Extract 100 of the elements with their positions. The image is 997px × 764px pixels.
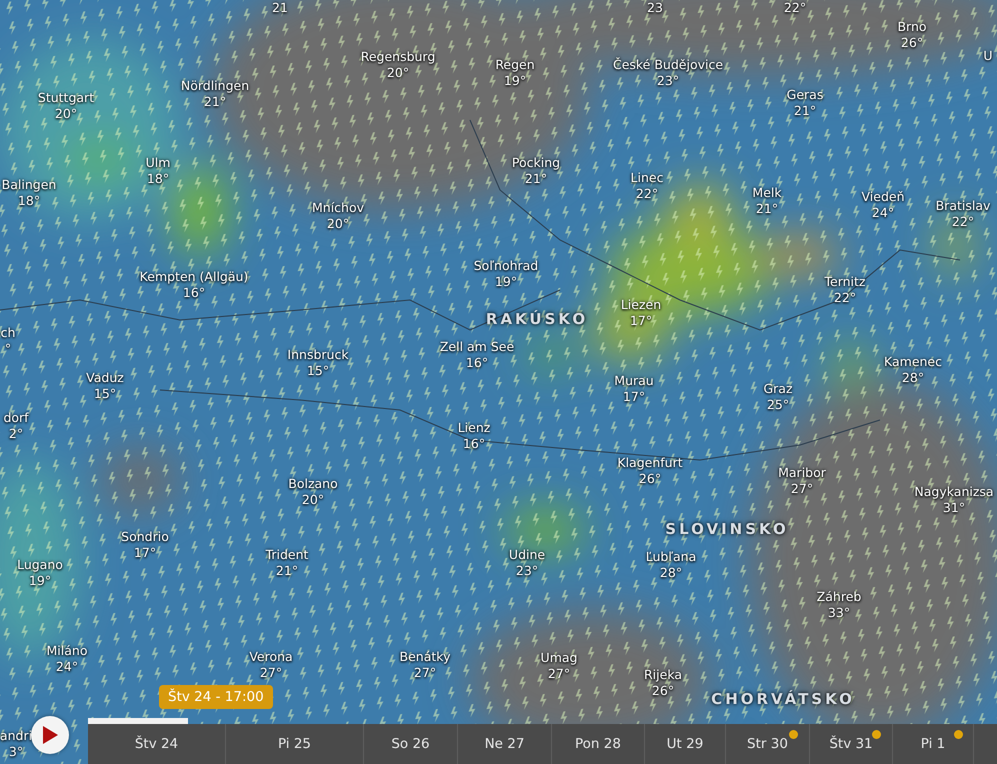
city-name: Regensburg	[360, 49, 436, 65]
temperature-label: 17°	[134, 545, 156, 561]
country-label: RAKÚSKO	[486, 310, 588, 328]
city-name: Melk	[752, 185, 782, 201]
city-name: Zell am See	[440, 339, 514, 355]
city-name: Umag	[540, 650, 578, 666]
city-name: Nördlingen	[180, 78, 250, 94]
day-tab[interactable]: Ut 29	[645, 724, 726, 764]
temperature-label: 22°	[784, 0, 806, 16]
city-name: Vaduz	[86, 370, 124, 386]
temperature-label: 25°	[766, 397, 790, 413]
city-name: Bolzano	[288, 476, 338, 492]
temperature-label: 21°	[756, 201, 778, 217]
city-name: Benátky	[400, 649, 450, 665]
city-name: Linec	[630, 170, 664, 186]
city-name: Pocking	[512, 155, 560, 171]
city-name: Soľnohrad	[474, 258, 538, 274]
day-tab[interactable]: Str 30	[726, 724, 810, 764]
city-name: Rijeka	[644, 667, 682, 683]
temperature-label: 21°	[794, 103, 816, 119]
temperature-label: 3°	[8, 744, 24, 760]
city-name: Verona	[249, 649, 293, 665]
city-name: Bratislav	[936, 198, 990, 214]
temperature-label: 23°	[516, 563, 538, 579]
temperature-label: 21°	[204, 94, 226, 110]
city-name: ch	[0, 325, 16, 341]
city-name: Stuttgart	[38, 90, 94, 106]
play-icon	[42, 726, 58, 744]
temperature-label: 21	[272, 0, 288, 16]
temperature-label: 26°	[900, 35, 924, 51]
temperature-label: 27°	[548, 666, 570, 682]
day-tab[interactable]: Pi 1	[893, 724, 974, 764]
temperature-label: 18°	[18, 193, 40, 209]
temperature-label: 17°	[630, 313, 652, 329]
temperature-label: 16°	[182, 285, 206, 301]
city-name: Innsbruck	[287, 347, 349, 363]
temperature-label: 27°	[414, 665, 436, 681]
city-name: Nagykanizsa	[914, 484, 994, 500]
city-name: Balingen	[2, 177, 56, 193]
temperature-label: 24°	[872, 205, 894, 221]
temperature-label: 20°	[386, 65, 410, 81]
city-name: U	[983, 48, 993, 64]
temperature-label: 15°	[94, 386, 116, 402]
city-name: Lienz	[458, 420, 490, 436]
city-name: Lugano	[17, 557, 63, 573]
city-name: Ternitz	[824, 274, 866, 290]
temperature-label: 27°	[260, 665, 282, 681]
day-tab[interactable]: Pi 25	[226, 724, 364, 764]
temperature-label: 22°	[834, 290, 856, 306]
temperature-label: 31°	[942, 500, 966, 516]
city-name: Trident	[266, 547, 308, 563]
temperature-label: 19°	[494, 274, 518, 290]
temperature-label: 24°	[56, 659, 78, 675]
city-name: Graz	[763, 381, 793, 397]
city-name: dorf	[3, 410, 29, 426]
temperature-label: 16°	[462, 436, 486, 452]
temperature-label: 2°	[8, 426, 24, 442]
city-name: Murau	[614, 373, 654, 389]
temperature-label: 28°	[660, 565, 682, 581]
city-name: Ulm	[146, 155, 170, 171]
day-tab[interactable]: Štv 24	[88, 724, 226, 764]
city-name: Kempten (Allgäu)	[140, 269, 248, 285]
city-name: Miláno	[46, 643, 88, 659]
temperature-label: 16°	[466, 355, 488, 371]
day-tab[interactable]: Štv 31	[810, 724, 893, 764]
day-tab[interactable]: Pon 28	[552, 724, 645, 764]
city-name: Mníchov	[312, 200, 364, 216]
temperature-label: 23	[647, 0, 663, 16]
temperature-label: 18°	[146, 171, 170, 187]
temperature-label: 15°	[306, 363, 330, 379]
city-name: Liezen	[620, 297, 662, 313]
day-tab[interactable]: So 26	[364, 724, 458, 764]
time-tooltip: Štv 24 - 17:00	[159, 685, 273, 709]
city-name: Geras	[786, 87, 824, 103]
temperature-label: 21°	[276, 563, 298, 579]
city-name: Klagenfurt	[617, 455, 683, 471]
temperature-label: 22°	[952, 214, 974, 230]
city-name: Viedeň	[862, 189, 904, 205]
temperature-label: 22°	[636, 186, 658, 202]
city-name: Záhreb	[816, 589, 862, 605]
temperature-label: 19°	[28, 573, 52, 589]
city-name: Sondrio	[121, 529, 169, 545]
temperature-label: 27°	[790, 481, 814, 497]
temperature-label: 33°	[828, 605, 850, 621]
city-name: Maribor	[778, 465, 826, 481]
city-name: Brno	[897, 19, 927, 35]
temperature-label: 26°	[652, 683, 674, 699]
city-name: Kamenec	[884, 354, 942, 370]
temperature-label: 17°	[622, 389, 646, 405]
day-tab[interactable]: Ne 27	[458, 724, 552, 764]
temperature-label: 21°	[524, 171, 548, 187]
temperature-label: 19°	[504, 73, 526, 89]
temperature-label: 20°	[54, 106, 78, 122]
temperature-label: °	[4, 341, 12, 357]
temperature-label: 20°	[326, 216, 350, 232]
city-name: andri	[0, 728, 32, 744]
city-name: Udine	[508, 547, 546, 563]
temperature-label: 20°	[302, 492, 324, 508]
city-name: Regen	[495, 57, 535, 73]
temperature-label: 26°	[638, 471, 662, 487]
